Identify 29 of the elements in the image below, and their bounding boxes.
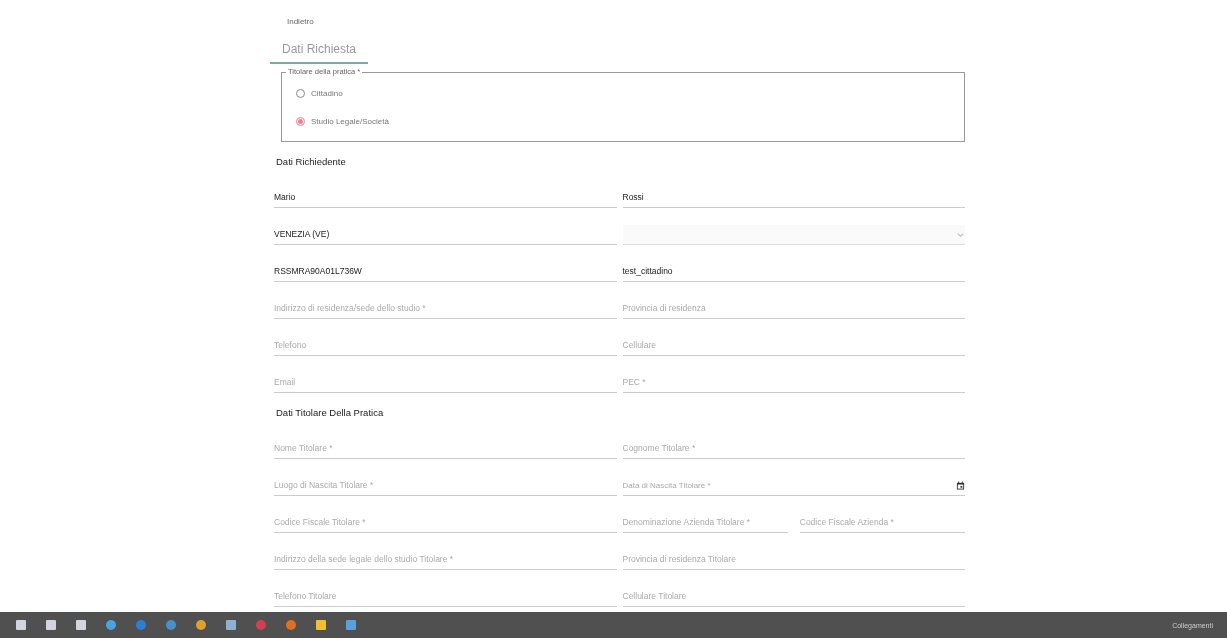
text-field[interactable]: Rossi (622, 188, 965, 208)
text-field[interactable]: Cellulare (622, 336, 965, 356)
text-field[interactable]: Nome Titolare * (274, 439, 617, 459)
radio-option[interactable]: Cittadino (296, 88, 950, 98)
text-field[interactable]: Indirizzo della sede legale dello studio Titolare * (274, 550, 617, 570)
section-title: Dati Richiedente (276, 156, 347, 167)
text-field[interactable]: Cellulare Titolare (622, 587, 965, 607)
text-field[interactable]: Codice Fiscale Azienda * (799, 513, 965, 533)
back-link[interactable]: Indietro (287, 17, 314, 26)
text-field[interactable]: test_cittadino (622, 262, 965, 282)
section-title: Dati Titolare Della Pratica (276, 407, 385, 418)
text-field[interactable]: Telefono (274, 336, 617, 356)
text-field[interactable]: RSSMRA90A01L736W (274, 262, 617, 282)
text-field[interactable]: Email (274, 373, 617, 393)
text-field[interactable]: VENEZIA (VE) (274, 225, 617, 245)
radio-option[interactable]: Studio Legale/Società (296, 116, 950, 126)
text-field[interactable]: Mario (274, 188, 617, 208)
radio-label: Studio Legale/Società (311, 116, 389, 126)
text-field[interactable]: Provincia di residenza Titolare (622, 550, 965, 570)
text-field[interactable]: Indirizzo di residenza/sede dello studio * (274, 299, 617, 319)
text-field[interactable]: Codice Fiscale Titolare * (274, 513, 617, 533)
text-field[interactable]: Denominazione Azienda Titolare * (622, 513, 788, 533)
calendar-icon[interactable] (956, 480, 965, 490)
radio-label: Cittadino (311, 88, 343, 98)
text-field[interactable]: Provincia di residenza (622, 299, 965, 319)
text-field[interactable]: Telefono Titolare (274, 587, 617, 607)
text-field[interactable]: Cognome Titolare * (622, 439, 965, 459)
text-field[interactable]: PEC * (622, 373, 965, 393)
text-field[interactable]: Luogo di Nascita Titolare * (274, 476, 617, 496)
